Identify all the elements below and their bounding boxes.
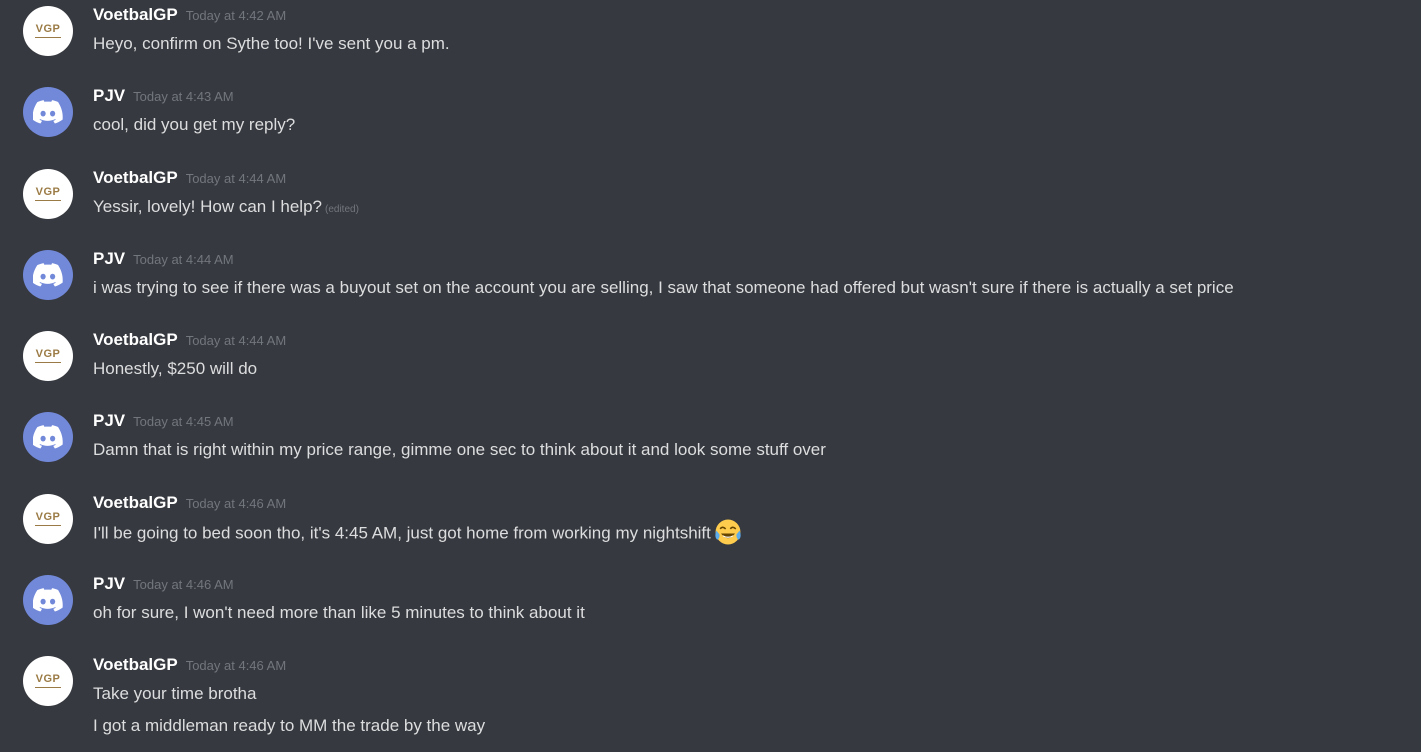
- message-text: i was trying to see if there was a buyou…: [93, 278, 1234, 297]
- message-text: Take your time brotha: [93, 684, 257, 703]
- message-text: cool, did you get my reply?: [93, 115, 296, 134]
- message-header: PJV Today at 4:45 AM: [93, 411, 234, 431]
- avatar[interactable]: VGP: [23, 494, 73, 544]
- message-text: I got a middleman ready to MM the trade …: [93, 716, 486, 735]
- message-header: VoetbalGP Today at 4:44 AM: [93, 168, 286, 188]
- message-text: I'll be going to bed soon tho, it's 4:45…: [93, 519, 742, 546]
- message-header: VoetbalGP Today at 4:44 AM: [93, 330, 286, 350]
- message-text: Heyo, confirm on Sythe too! I've sent yo…: [93, 34, 450, 53]
- edited-label: (edited): [325, 204, 359, 215]
- message-text: Honestly, $250 will do: [93, 359, 258, 378]
- username[interactable]: VoetbalGP: [93, 5, 178, 24]
- message-header: VoetbalGP Today at 4:42 AM: [93, 5, 286, 25]
- discord-logo-icon: [33, 263, 63, 287]
- username[interactable]: PJV: [93, 411, 125, 430]
- username[interactable]: VoetbalGP: [93, 655, 178, 674]
- avatar-logo-underline: [35, 525, 61, 526]
- avatar[interactable]: [23, 250, 73, 300]
- timestamp: Today at 4:44 AM: [133, 252, 234, 267]
- discord-logo-icon: [33, 425, 63, 449]
- tears-of-joy-emoji-icon[interactable]: [714, 518, 742, 546]
- timestamp: Today at 4:43 AM: [133, 89, 234, 104]
- avatar[interactable]: VGP: [23, 656, 73, 706]
- username[interactable]: PJV: [93, 86, 125, 105]
- timestamp: Today at 4:46 AM: [185, 496, 287, 511]
- avatar-logo-underline: [35, 362, 61, 363]
- chat-message-list: VGP VoetbalGP Today at 4:42 AM Heyo, conf…: [0, 0, 1421, 752]
- username[interactable]: PJV: [93, 249, 125, 268]
- avatar-logo-text: VGP: [35, 186, 61, 198]
- avatar-logo-text: VGP: [35, 511, 61, 523]
- discord-logo-icon: [33, 588, 63, 612]
- avatar-logo-text: VGP: [35, 23, 61, 35]
- timestamp: Today at 4:44 AM: [185, 171, 287, 186]
- username[interactable]: VoetbalGP: [93, 330, 178, 349]
- avatar[interactable]: [23, 575, 73, 625]
- avatar[interactable]: VGP: [23, 169, 73, 219]
- avatar-logo-underline: [35, 200, 61, 201]
- message-header: VoetbalGP Today at 4:46 AM: [93, 655, 286, 675]
- message-text-content: I'll be going to bed soon tho, it's 4:45…: [93, 523, 711, 543]
- timestamp: Today at 4:44 AM: [185, 333, 287, 348]
- message-header: PJV Today at 4:44 AM: [93, 249, 234, 269]
- username[interactable]: VoetbalGP: [93, 493, 178, 512]
- message-text: oh for sure, I won't need more than like…: [93, 603, 585, 622]
- message-text: Damn that is right within my price range…: [93, 440, 826, 459]
- message-text-content: Yessir, lovely! How can I help?: [93, 197, 322, 216]
- avatar-logo-text: VGP: [35, 348, 61, 360]
- avatar[interactable]: [23, 87, 73, 137]
- timestamp: Today at 4:45 AM: [133, 414, 234, 429]
- avatar[interactable]: [23, 412, 73, 462]
- avatar-logo-underline: [35, 37, 61, 38]
- timestamp: Today at 4:42 AM: [185, 8, 287, 23]
- timestamp: Today at 4:46 AM: [133, 577, 234, 592]
- message-header: PJV Today at 4:46 AM: [93, 574, 234, 594]
- avatar-logo-underline: [35, 687, 61, 688]
- username[interactable]: PJV: [93, 574, 125, 593]
- message-text: Yessir, lovely! How can I help? (edited): [93, 197, 359, 217]
- avatar-logo-text: VGP: [35, 673, 61, 685]
- discord-logo-icon: [33, 100, 63, 124]
- message-header: PJV Today at 4:43 AM: [93, 86, 234, 106]
- avatar[interactable]: VGP: [23, 331, 73, 381]
- username[interactable]: VoetbalGP: [93, 168, 178, 187]
- avatar[interactable]: VGP: [23, 6, 73, 56]
- message-header: VoetbalGP Today at 4:46 AM: [93, 493, 286, 513]
- timestamp: Today at 4:46 AM: [185, 658, 287, 673]
